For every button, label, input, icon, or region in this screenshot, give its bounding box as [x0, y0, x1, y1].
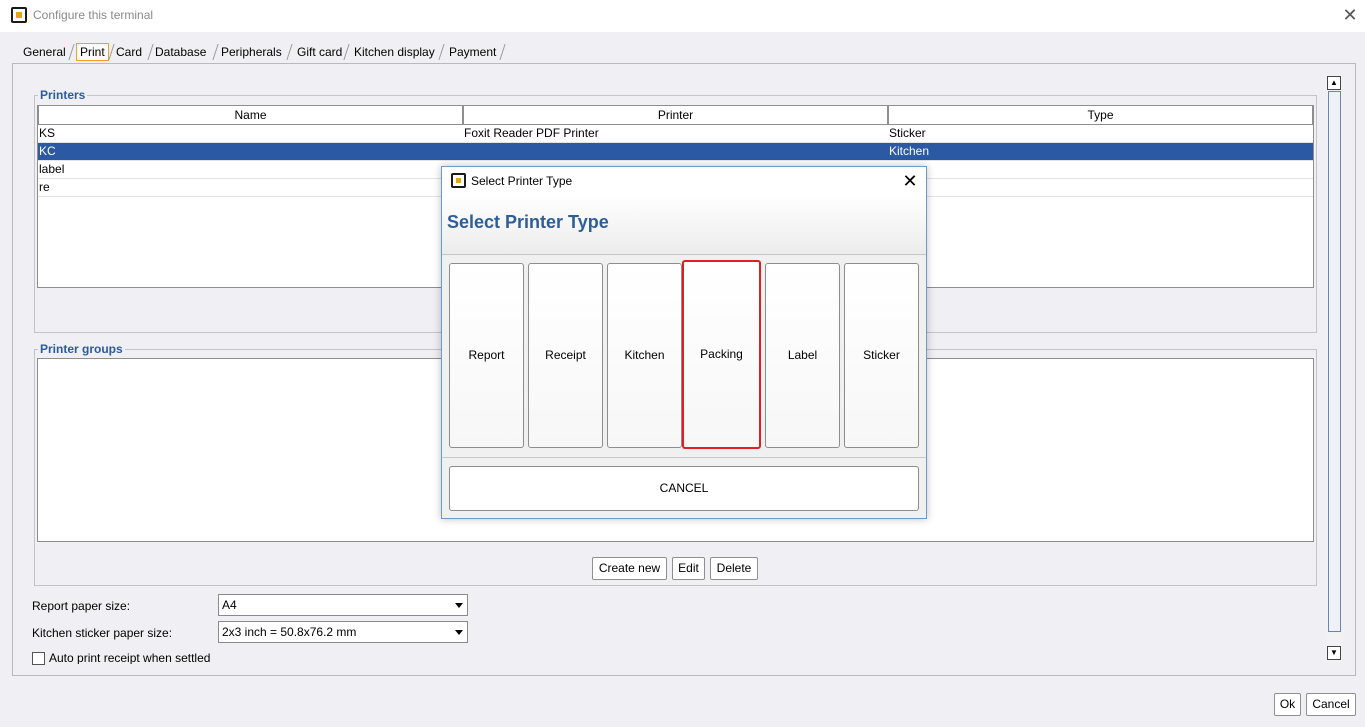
cancel-button[interactable]: Cancel — [1306, 693, 1356, 716]
window-titlebar — [0, 0, 1365, 32]
column-header-type[interactable]: Type — [888, 105, 1313, 125]
kitchen-sticker-paper-size-label: Kitchen sticker paper size: — [32, 626, 173, 640]
tab-payment[interactable]: Payment — [446, 44, 499, 62]
auto-print-checkbox[interactable] — [32, 652, 45, 665]
cell-printer: Foxit Reader PDF Printer — [464, 126, 599, 140]
cell-name: label — [39, 162, 65, 176]
table-row-selected[interactable]: KC Kitchen — [38, 143, 1313, 161]
tab-general[interactable]: General — [20, 44, 69, 62]
chevron-down-icon — [455, 630, 463, 635]
printer-type-label-button[interactable]: Label — [765, 263, 840, 448]
tab-card[interactable]: Card — [113, 44, 145, 62]
cell-type: Kitchen — [889, 144, 930, 158]
report-paper-size-select[interactable]: A4 — [218, 594, 468, 616]
dialog-cancel-button[interactable]: CANCEL — [449, 466, 919, 511]
printer-type-sticker-button[interactable]: Sticker — [844, 263, 919, 448]
column-header-printer[interactable]: Printer — [463, 105, 888, 125]
app-icon — [451, 173, 466, 188]
delete-button[interactable]: Delete — [710, 557, 758, 580]
cell-type: Sticker — [889, 126, 926, 140]
scroll-down-icon[interactable]: ▼ — [1327, 646, 1341, 660]
report-paper-size-label: Report paper size: — [32, 599, 131, 613]
tab-gift-card[interactable]: Gift card — [294, 44, 345, 62]
printer-type-report-button[interactable]: Report — [449, 263, 524, 448]
kitchen-sticker-paper-size-value: 2x3 inch = 50.8x76.2 mm — [222, 625, 357, 639]
close-icon[interactable]: ✕ — [899, 170, 921, 192]
auto-print-label: Auto print receipt when settled — [49, 651, 211, 664]
dialog-divider — [442, 457, 926, 458]
app-icon — [11, 7, 27, 23]
printer-type-receipt-button[interactable]: Receipt — [528, 263, 603, 448]
column-header-name[interactable]: Name — [38, 105, 463, 125]
report-paper-size-value: A4 — [222, 598, 237, 612]
printer-type-packing-button[interactable]: Packing — [682, 260, 761, 449]
table-row[interactable]: KS Foxit Reader PDF Printer Sticker — [38, 125, 1313, 143]
scroll-up-icon[interactable]: ▲ — [1327, 76, 1341, 90]
tab-kitchen-display[interactable]: Kitchen display — [351, 44, 438, 62]
tab-peripherals[interactable]: Peripherals — [218, 44, 285, 62]
kitchen-sticker-paper-size-select[interactable]: 2x3 inch = 50.8x76.2 mm — [218, 621, 468, 643]
printer-type-kitchen-button[interactable]: Kitchen — [607, 263, 682, 448]
window-title: Configure this terminal — [33, 8, 154, 22]
ok-button[interactable]: Ok — [1274, 693, 1301, 716]
cell-name: KS — [39, 126, 56, 140]
printers-group-title: Printers — [38, 88, 88, 102]
dialog-heading: Select Printer Type — [447, 212, 609, 232]
scrollbar-thumb[interactable] — [1328, 91, 1341, 632]
cell-printer — [463, 143, 464, 161]
close-icon[interactable]: ✕ — [1340, 5, 1360, 25]
cell-name: re — [39, 180, 50, 194]
create-new-button[interactable]: Create new — [592, 557, 667, 580]
tab-database[interactable]: Database — [152, 44, 209, 62]
cell-name: KC — [39, 144, 56, 158]
tab-print[interactable]: Print — [76, 43, 109, 61]
chevron-down-icon — [455, 603, 463, 608]
printer-groups-title: Printer groups — [38, 342, 125, 356]
edit-button[interactable]: Edit — [672, 557, 705, 580]
dialog-title: Select Printer Type — [471, 174, 573, 188]
